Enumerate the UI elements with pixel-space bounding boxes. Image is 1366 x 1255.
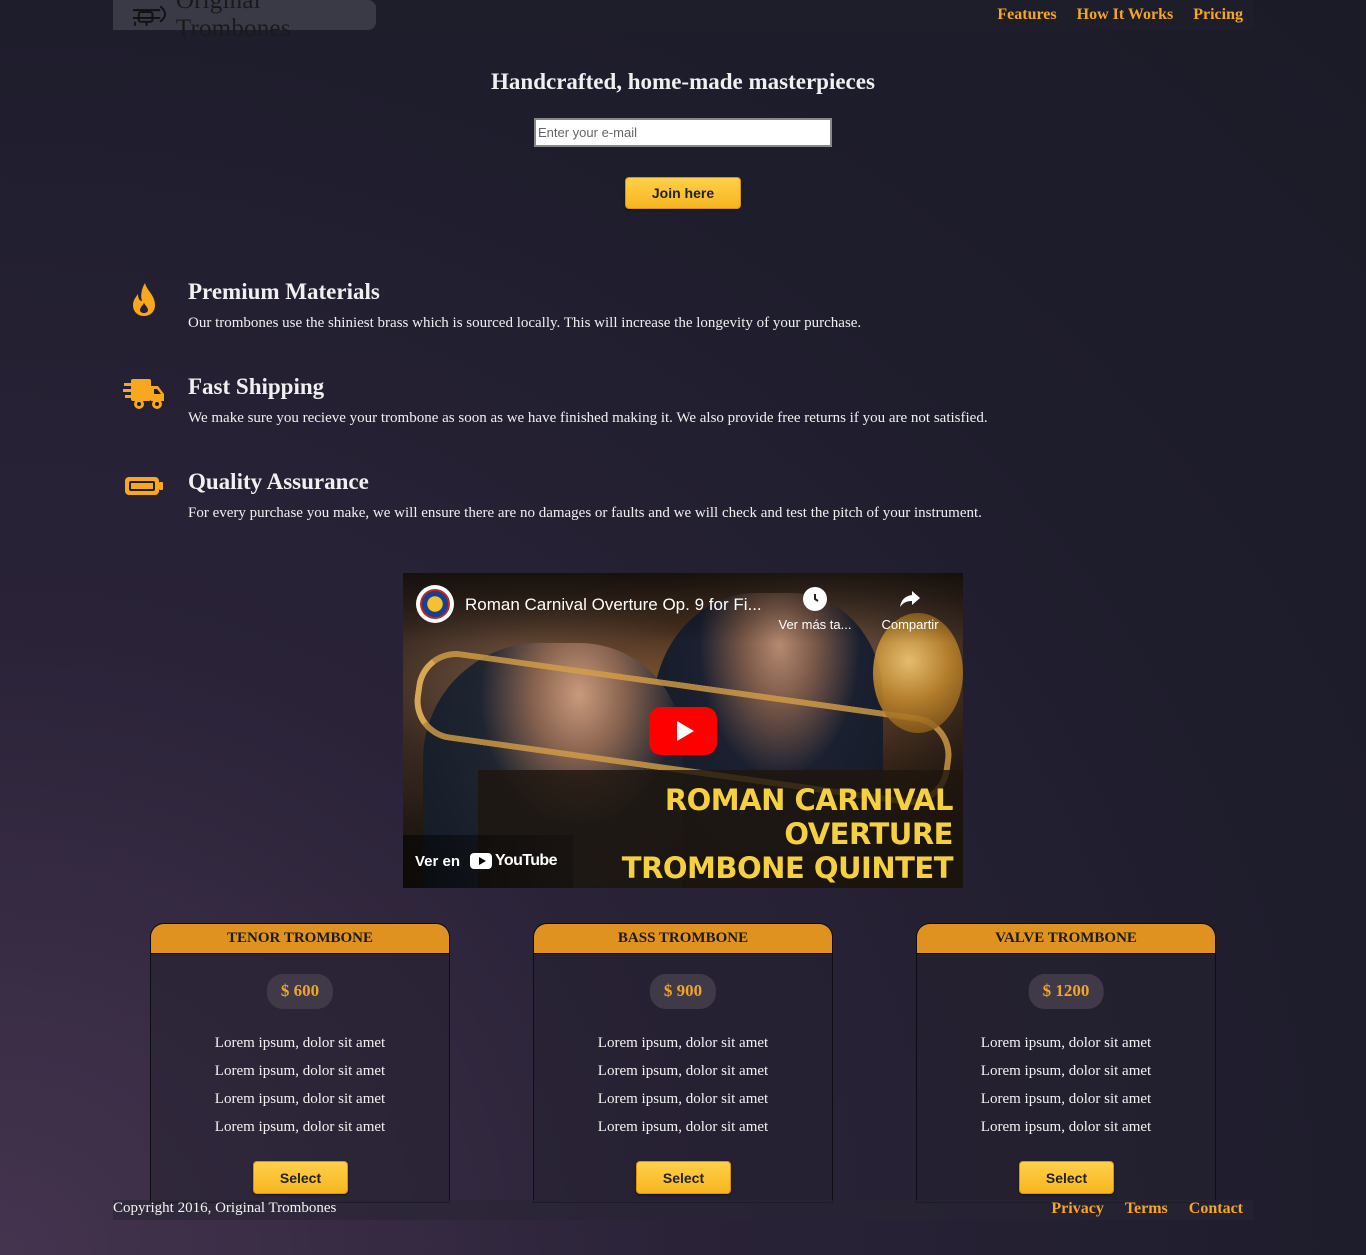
pricing-card-valve: VALVE TROMBONE $ 1200 Lorem ipsum, dolor… <box>916 923 1216 1203</box>
youtube-icon <box>470 853 493 869</box>
price-badge: $ 900 <box>649 974 717 1009</box>
feature-quality-assurance: Quality Assurance For every purchase you… <box>113 469 1253 539</box>
clock-icon <box>803 587 827 611</box>
card-title: BASS TROMBONE <box>534 924 832 954</box>
select-button[interactable]: Select <box>1019 1161 1114 1194</box>
youtube-wordmark: YouTube <box>495 852 557 869</box>
play-icon <box>676 721 694 741</box>
feature-title: Quality Assurance <box>188 469 369 494</box>
list-item: Lorem ipsum, dolor sit amet <box>980 1091 1152 1107</box>
list-item: Lorem ipsum, dolor sit amet <box>980 1119 1152 1135</box>
watch-later-button[interactable]: Ver más ta... <box>775 583 855 632</box>
nav-link-how-it-works[interactable]: How It Works <box>1077 6 1174 24</box>
footer-link-terms[interactable]: Terms <box>1125 1200 1168 1218</box>
logo-text: Original Trombones <box>175 0 291 42</box>
list-item: Lorem ipsum, dolor sit amet <box>214 1063 386 1079</box>
video-title[interactable]: Roman Carnival Overture Op. 9 for Fi... <box>465 595 762 615</box>
fire-icon <box>133 283 155 316</box>
card-feature-list: Lorem ipsum, dolor sit amet Lorem ipsum,… <box>151 1032 449 1144</box>
card-feature-list: Lorem ipsum, dolor sit amet Lorem ipsum,… <box>917 1032 1215 1144</box>
share-icon <box>900 591 920 607</box>
hero-title: Handcrafted, home-made masterpieces <box>491 69 875 94</box>
card-title: VALVE TROMBONE <box>917 924 1215 954</box>
list-item: Lorem ipsum, dolor sit amet <box>597 1119 769 1135</box>
list-item: Lorem ipsum, dolor sit amet <box>214 1035 386 1051</box>
copyright-text: Copyright 2016, Original Trombones <box>113 1200 337 1216</box>
email-input[interactable] <box>534 118 832 147</box>
select-button[interactable]: Select <box>636 1161 731 1194</box>
list-item: Lorem ipsum, dolor sit amet <box>980 1063 1152 1079</box>
feature-title: Premium Materials <box>188 279 380 304</box>
watch-on-label: Ver en <box>415 852 461 870</box>
logo[interactable]: Original Trombones <box>113 0 376 42</box>
watch-later-label: Ver más ta... <box>778 617 852 632</box>
footer-link-privacy[interactable]: Privacy <box>1051 1200 1103 1218</box>
channel-avatar[interactable] <box>416 585 454 623</box>
list-item: Lorem ipsum, dolor sit amet <box>597 1091 769 1107</box>
main-nav: Features How It Works Pricing <box>997 6 1243 24</box>
battery-icon <box>125 477 163 495</box>
feature-text: For every purchase you make, we will ens… <box>188 505 982 521</box>
footer-link-contact[interactable]: Contact <box>1189 1200 1243 1218</box>
youtube-logo: YouTube <box>470 852 558 870</box>
list-item: Lorem ipsum, dolor sit amet <box>597 1063 769 1079</box>
nav-link-features[interactable]: Features <box>997 6 1056 24</box>
footer-links: Privacy Terms Contact <box>1051 1200 1243 1218</box>
trombone-logo-icon <box>132 5 167 26</box>
site-header: Original Trombones Features How It Works… <box>113 0 1253 42</box>
card-feature-list: Lorem ipsum, dolor sit amet Lorem ipsum,… <box>534 1032 832 1144</box>
join-button[interactable]: Join here <box>625 177 741 209</box>
feature-title: Fast Shipping <box>188 374 325 399</box>
list-item: Lorem ipsum, dolor sit amet <box>597 1035 769 1051</box>
card-title: TENOR TROMBONE <box>151 924 449 954</box>
feature-text: Our trombones use the shiniest brass whi… <box>188 315 862 331</box>
select-button[interactable]: Select <box>253 1161 348 1194</box>
list-item: Lorem ipsum, dolor sit amet <box>214 1091 386 1107</box>
share-button[interactable]: Compartir <box>875 583 945 632</box>
feature-fast-shipping: Fast Shipping We make sure you recieve y… <box>113 374 1253 444</box>
video-embed[interactable]: ROMAN CARNIVAL OVERTURE TROMBONE QUINTET… <box>403 573 963 888</box>
truck-icon <box>123 379 164 409</box>
nav-link-pricing[interactable]: Pricing <box>1193 6 1243 24</box>
feature-premium-materials: Premium Materials Our trombones use the … <box>113 279 1253 349</box>
price-badge: $ 1200 <box>1028 974 1104 1009</box>
play-button[interactable] <box>649 707 717 755</box>
price-badge: $ 600 <box>266 974 334 1009</box>
pricing-card-bass: BASS TROMBONE $ 900 Lorem ipsum, dolor s… <box>533 923 833 1203</box>
watch-on-youtube[interactable]: Ver en YouTube <box>415 852 558 870</box>
list-item: Lorem ipsum, dolor sit amet <box>214 1119 386 1135</box>
feature-text: We make sure you recieve your trombone a… <box>188 410 988 426</box>
pricing-card-tenor: TENOR TROMBONE $ 600 Lorem ipsum, dolor … <box>150 923 450 1203</box>
share-label: Compartir <box>881 617 939 632</box>
list-item: Lorem ipsum, dolor sit amet <box>980 1035 1152 1051</box>
